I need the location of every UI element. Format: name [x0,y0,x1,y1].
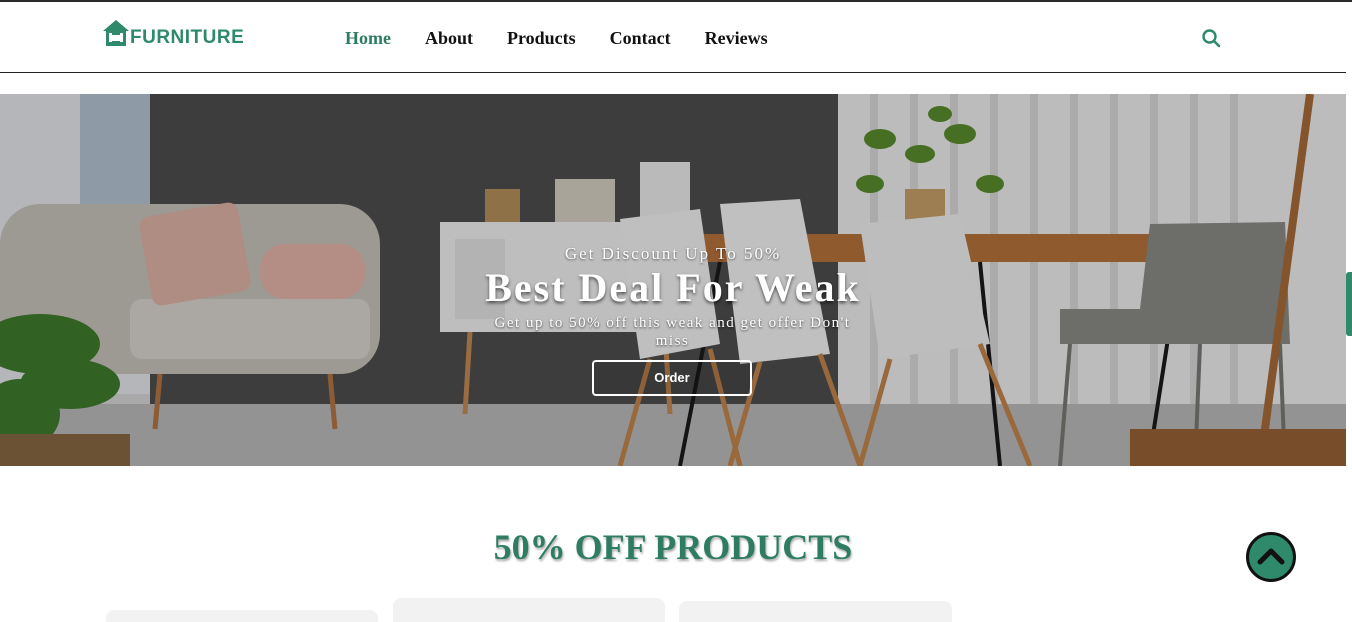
home-logo-icon [103,20,129,46]
nav-products[interactable]: Products [507,27,576,49]
chevron-up-icon [1257,548,1285,565]
scrollbar-thumb[interactable] [1346,272,1352,336]
order-button[interactable]: Order [592,360,752,396]
hero-subtitle: Get Discount Up To 50% [564,244,782,263]
search-icon[interactable] [1201,28,1221,48]
hero-content: Get Discount Up To 50% Best Deal For Wea… [0,94,1346,466]
hero-banner: Get Discount Up To 50% Best Deal For Wea… [0,94,1346,466]
section-title: 50% OFF PRODUCTS [493,527,853,567]
product-card[interactable] [393,598,665,622]
logo-text: FURNITURE [130,27,245,48]
back-to-top-button[interactable] [1246,532,1296,582]
main-nav: Home About Products Contact Reviews [345,27,802,49]
nav-home[interactable]: Home [345,27,391,49]
hero-description: Get up to 50% off this weak and get offe… [494,315,851,349]
nav-about[interactable]: About [425,27,473,49]
site-header: FURNITURE Home About Products Contact Re… [0,2,1346,73]
logo[interactable]: FURNITURE [102,19,244,47]
nav-contact[interactable]: Contact [610,27,671,49]
nav-reviews[interactable]: Reviews [705,27,768,49]
product-card[interactable] [679,601,952,622]
hero-title: Best Deal For Weak [485,265,861,310]
product-card[interactable] [106,610,378,622]
